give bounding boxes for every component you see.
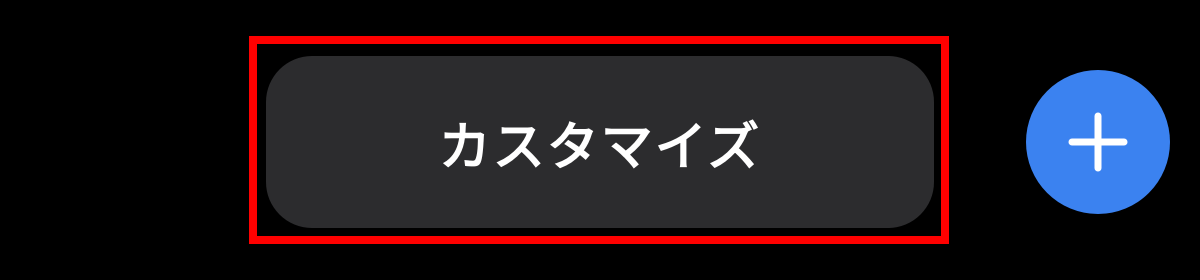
customize-button[interactable]: カスタマイズ	[266, 56, 934, 228]
customize-button-label: カスタマイズ	[438, 117, 762, 178]
screen: カスタマイズ	[0, 0, 1200, 280]
plus-icon	[1068, 112, 1128, 172]
add-button[interactable]	[1026, 70, 1170, 214]
